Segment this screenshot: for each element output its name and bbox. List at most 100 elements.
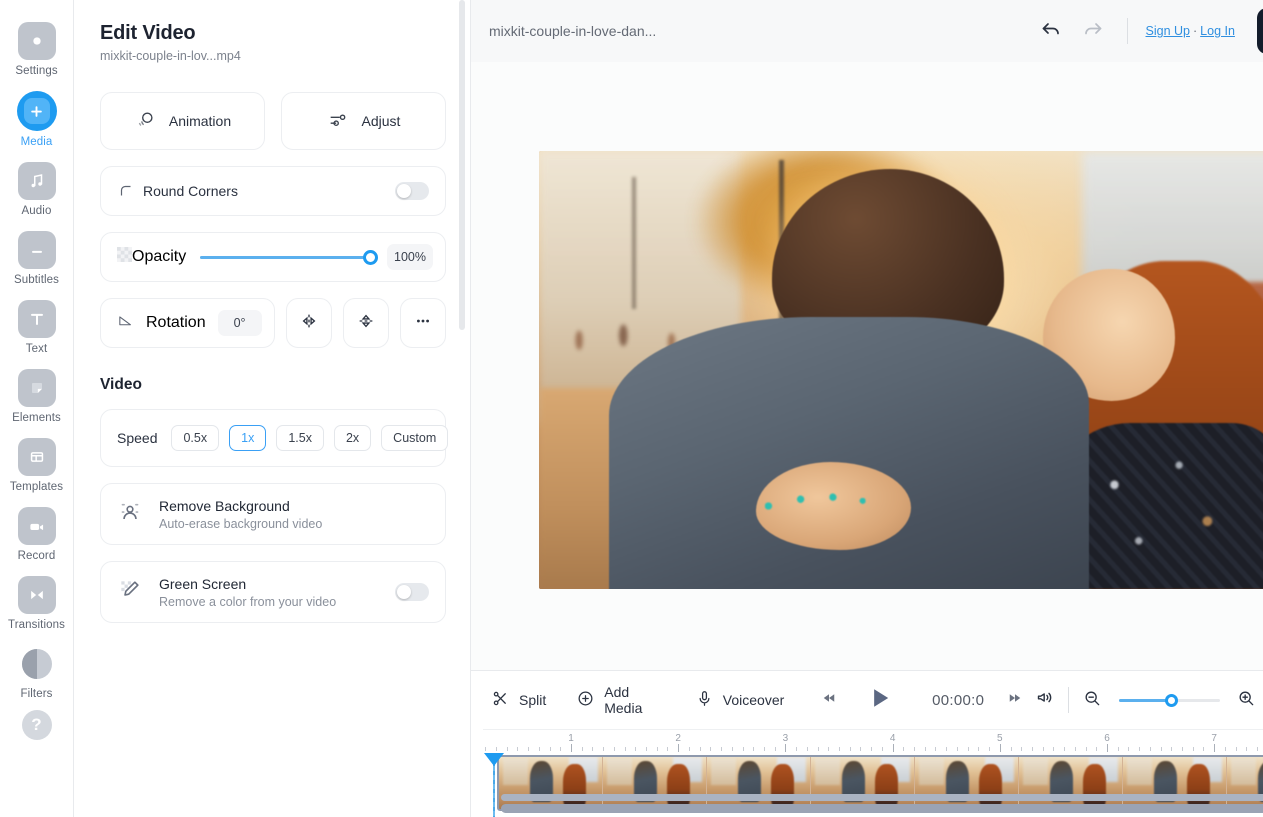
export-button[interactable]: Export — [1256, 8, 1263, 54]
opacity-checker-icon — [117, 247, 132, 267]
video-clip[interactable] — [497, 755, 1263, 811]
more-options-button[interactable] — [399, 298, 447, 348]
voiceover-label: Voiceover — [722, 692, 785, 708]
animation-label: Animation — [168, 113, 232, 129]
opacity-slider[interactable] — [200, 248, 378, 266]
ruler-minor-tick — [1042, 747, 1044, 751]
remove-background-icon — [117, 499, 143, 530]
sidebar-item-media[interactable]: Media — [0, 91, 73, 148]
ruler-minor-tick — [603, 747, 605, 751]
ruler-major-tick — [1107, 744, 1108, 752]
sidebar-item-templates[interactable]: Templates — [0, 438, 73, 493]
clip-thumbnail — [603, 757, 707, 809]
plus-icon — [16, 91, 57, 131]
scissors-icon — [491, 689, 510, 711]
play-button[interactable] — [866, 684, 894, 717]
ruler-minor-tick — [989, 747, 991, 751]
ruler-minor-tick — [549, 747, 551, 751]
ruler-tick-label: 4 — [889, 733, 896, 744]
panel-scrollbar[interactable] — [459, 0, 465, 330]
ruler-minor-tick — [1171, 747, 1173, 751]
round-corners-row[interactable]: Round Corners — [100, 166, 446, 216]
zoom-slider[interactable] — [1118, 692, 1220, 708]
skip-forward-button[interactable] — [1000, 684, 1030, 716]
timeline-horizontal-scrollbar[interactable] — [501, 804, 1263, 813]
video-section-title: Video — [100, 376, 142, 393]
green-screen-toggle[interactable] — [395, 583, 429, 601]
speed-option-0_5x[interactable]: 0.5x — [171, 425, 220, 451]
speed-option-custom[interactable]: Custom — [381, 425, 449, 451]
ruler-tick-label: 3 — [782, 733, 789, 744]
voiceover-button[interactable]: Voiceover — [695, 689, 784, 711]
ruler-minor-tick — [1182, 747, 1184, 751]
auth-separator: · — [1193, 24, 1198, 38]
ruler-minor-tick — [1203, 747, 1205, 751]
animation-button[interactable]: Animation — [100, 92, 265, 150]
speed-option-1x[interactable]: 1x — [229, 425, 267, 451]
sidebar-item-audio[interactable]: Audio — [0, 162, 73, 217]
sidebar-item-settings[interactable]: Settings — [0, 22, 73, 77]
log-in-link[interactable]: Log In — [1200, 24, 1235, 38]
clip-thumbnail — [811, 757, 915, 809]
adjust-label: Adjust — [361, 113, 401, 129]
sidebar-item-record[interactable]: Record — [0, 507, 73, 562]
redo-button[interactable] — [1077, 15, 1109, 47]
zoom-in-button[interactable] — [1232, 684, 1262, 716]
split-button[interactable]: Split — [491, 689, 546, 711]
ruler-minor-tick — [796, 747, 798, 751]
green-screen-row[interactable]: Green Screen Remove a color from your vi… — [100, 561, 446, 623]
timeline-track-area — [483, 753, 1263, 817]
ruler-tick-label: 2 — [675, 733, 681, 744]
split-label: Split — [519, 692, 547, 708]
opacity-slider-handle[interactable] — [363, 249, 378, 265]
opacity-value[interactable]: 100% — [387, 244, 433, 270]
sidebar-label-record: Record — [17, 550, 56, 562]
sidebar-item-filters[interactable]: Filters — [0, 645, 73, 700]
sidebar-item-transitions[interactable]: Transitions — [0, 576, 73, 631]
ruler-minor-tick — [1096, 747, 1098, 751]
skip-backward-button[interactable] — [814, 684, 844, 716]
elements-icon — [17, 369, 56, 407]
remove-background-sub: Auto-erase background video — [159, 517, 323, 532]
speed-option-2x[interactable]: 2x — [333, 425, 372, 451]
sidebar-item-elements[interactable]: Elements — [0, 369, 73, 424]
sidebar-item-text[interactable]: Text — [0, 300, 73, 355]
transitions-icon — [17, 576, 56, 614]
video-camera-icon — [17, 507, 56, 545]
clip-thumbnail — [707, 757, 811, 809]
rotation-control[interactable]: Rotation 0° — [100, 298, 275, 348]
video-preview[interactable] — [539, 151, 1263, 589]
adjust-button[interactable]: Adjust — [281, 92, 446, 150]
flip-horizontal-button[interactable] — [285, 298, 332, 348]
opacity-row: Opacity 100% — [100, 232, 446, 282]
zoom-out-button[interactable] — [1077, 684, 1107, 716]
project-file-name[interactable]: mixkit-couple-in-love-dan... — [489, 23, 1025, 39]
speaker-icon — [1035, 687, 1056, 713]
ruler-major-tick — [999, 744, 1001, 752]
auth-links: Sign Up · Log In — [1146, 24, 1235, 38]
speed-row: Speed 0.5x 1x 1.5x 2x Custom — [100, 409, 449, 467]
ruler-minor-tick — [1160, 747, 1162, 751]
playhead[interactable] — [484, 753, 504, 817]
volume-button[interactable] — [1030, 684, 1060, 716]
ruler-minor-tick — [1053, 747, 1055, 751]
rotation-value[interactable]: 0° — [217, 310, 262, 336]
microphone-icon — [695, 689, 714, 711]
timeline-ruler[interactable]: 12345678910 — [483, 729, 1263, 755]
speed-option-1_5x[interactable]: 1.5x — [276, 425, 324, 451]
flip-vertical-button[interactable] — [342, 298, 389, 348]
music-note-icon — [17, 162, 56, 200]
sidebar-label-audio: Audio — [21, 205, 52, 217]
undo-button[interactable] — [1035, 15, 1067, 47]
sidebar-item-subtitles[interactable]: Subtitles — [0, 231, 73, 286]
ruler-minor-tick — [839, 747, 840, 751]
round-corners-toggle[interactable] — [395, 182, 429, 200]
animation-icon — [134, 109, 156, 134]
ruler-major-tick — [892, 744, 894, 752]
sign-up-link[interactable]: Sign Up — [1146, 24, 1190, 38]
clip-inner-scrollbar[interactable] — [501, 794, 1263, 801]
add-media-button[interactable]: Add Media — [576, 684, 665, 716]
zoom-slider-handle[interactable] — [1165, 693, 1179, 707]
remove-background-row[interactable]: Remove Background Auto-erase background … — [100, 483, 446, 545]
sidebar-item-help[interactable]: ? — [0, 710, 73, 740]
